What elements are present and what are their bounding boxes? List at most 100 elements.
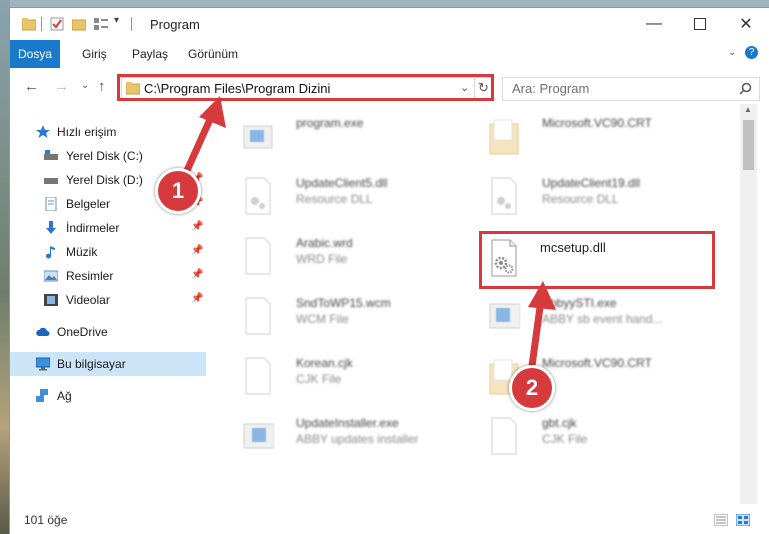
nav-item-quick-access[interactable]: Hızlı erişim: [10, 120, 206, 144]
vertical-scrollbar[interactable]: ▲: [740, 104, 757, 504]
nav-item-videos[interactable]: Videolar 📌: [10, 288, 206, 312]
file-icon: [245, 297, 271, 335]
pin-icon: 📌: [191, 293, 204, 304]
file-type: CJK File: [296, 372, 342, 386]
customize-icon[interactable]: [94, 17, 108, 31]
folder-icon[interactable]: [22, 17, 36, 31]
file-type: WCM File: [296, 312, 349, 326]
desktop-background-top: [0, 0, 769, 8]
exe-icon: [489, 303, 520, 329]
nav-item-label: Hızlı erişim: [57, 125, 117, 139]
folder-icon: [489, 119, 519, 155]
desktop-background-left: [0, 0, 10, 534]
nav-item-label: Müzik: [66, 245, 98, 259]
ribbon: Dosya Giriş Paylaş Görünüm ⌄ ?: [10, 40, 769, 69]
new-folder-icon[interactable]: [72, 17, 86, 31]
nav-item-label: Yerel Disk (D:): [66, 173, 143, 187]
list-item[interactable]: Korean.cjk CJK File: [216, 350, 456, 404]
dll-icon: [491, 177, 517, 215]
nav-item-downloads[interactable]: İndirmeler 📌: [10, 216, 206, 240]
chevron-down-icon[interactable]: ▾: [114, 15, 119, 29]
nav-item-pictures[interactable]: Resimler 📌: [10, 264, 206, 288]
navigation-pane: Hızlı erişim Yerel Disk (C:) Yerel Disk …: [10, 104, 206, 504]
title-bar: ▾ Program — ✕: [10, 8, 769, 40]
file-type: ABBY updates installer: [296, 432, 419, 446]
up-button[interactable]: ↑: [98, 78, 106, 95]
tiles-view-icon[interactable]: [736, 514, 750, 526]
nav-item-this-pc[interactable]: Bu bilgisayar: [10, 352, 206, 376]
tab-view[interactable]: Görünüm: [178, 40, 248, 68]
nav-item-label: Yerel Disk (C:): [66, 149, 143, 163]
videos-icon: [44, 294, 58, 306]
file-name: program.exe: [296, 116, 364, 130]
file-name: Microsoft.VC90.CRT: [542, 356, 652, 370]
network-icon: [36, 389, 48, 402]
pin-icon: 📌: [191, 269, 204, 280]
file-type: WRD File: [296, 252, 348, 266]
recent-locations-button[interactable]: ⌄: [81, 80, 89, 91]
back-button[interactable]: ←: [24, 78, 39, 95]
scroll-up-icon[interactable]: ▲: [744, 105, 752, 114]
minimize-button[interactable]: —: [631, 8, 677, 40]
file-name: Arabic.wrd: [296, 236, 353, 250]
file-name: AbbyySTI.exe: [542, 296, 617, 310]
file-name: Microsoft.VC90.CRT: [542, 116, 652, 130]
close-button[interactable]: ✕: [723, 8, 769, 40]
file-type: Resource DLL: [542, 192, 619, 206]
exe-icon: [243, 125, 273, 149]
list-item[interactable]: SndToWP15.wcm WCM File: [216, 290, 456, 344]
window-title: Program: [150, 17, 200, 32]
nav-item-label: Resimler: [66, 269, 114, 283]
address-row: ← → ⌄ ↑ C:\Program Files\Program Dizini …: [10, 68, 769, 104]
file-type: Resource DLL: [296, 192, 373, 206]
list-item[interactable]: gbt.cjk CJK File: [462, 410, 702, 464]
tab-share[interactable]: Paylaş: [122, 40, 178, 68]
expand-ribbon-icon[interactable]: ⌄: [728, 47, 736, 58]
pictures-icon: [44, 270, 58, 282]
forward-button[interactable]: →: [54, 78, 69, 95]
star-icon: [36, 125, 50, 138]
scrollbar-thumb[interactable]: [743, 120, 754, 170]
maximize-icon: [694, 18, 706, 30]
file-name: UpdateInstaller.exe: [296, 416, 399, 430]
computer-icon: [36, 357, 50, 371]
nav-item-label: Bu bilgisayar: [57, 357, 126, 371]
list-item[interactable]: program.exe: [216, 110, 456, 164]
list-item[interactable]: Arabic.wrd WRD File: [216, 230, 456, 284]
minimize-icon: —: [646, 15, 662, 32]
explorer-window: ▾ Program — ✕ Dosya Giriş Paylaş Görünüm…: [10, 8, 769, 534]
tab-file[interactable]: Dosya: [10, 40, 60, 68]
drive-icon: [44, 150, 58, 160]
pin-icon: 📌: [191, 221, 204, 232]
help-icon[interactable]: ?: [745, 46, 758, 59]
download-icon: [46, 221, 56, 234]
file-name: UpdateClient19.dll: [542, 176, 641, 190]
nav-item-onedrive[interactable]: OneDrive: [10, 320, 206, 344]
nav-item-drive-c[interactable]: Yerel Disk (C:): [10, 144, 206, 168]
search-icon: [739, 82, 752, 95]
file-icon: [491, 417, 517, 455]
file-name: gbt.cjk: [542, 416, 577, 430]
list-item[interactable]: AbbyySTI.exe ABBY sb event hand...: [462, 290, 702, 344]
nav-item-label: İndirmeler: [66, 221, 120, 235]
details-view-icon[interactable]: [714, 514, 728, 526]
tab-home[interactable]: Giriş: [72, 40, 117, 68]
list-item[interactable]: Microsoft.VC90.CRT: [462, 110, 702, 164]
file-icon: [245, 357, 271, 395]
list-item[interactable]: UpdateClient5.dll Resource DLL: [216, 170, 456, 224]
list-item[interactable]: UpdateInstaller.exe ABBY updates install…: [216, 410, 456, 464]
list-item[interactable]: UpdateClient19.dll Resource DLL: [462, 170, 702, 224]
nav-item-label: Belgeler: [66, 197, 111, 211]
file-type: CJK File: [542, 432, 588, 446]
maximize-button[interactable]: [677, 8, 723, 40]
nav-item-music[interactable]: Müzik 📌: [10, 240, 206, 264]
search-box[interactable]: Ara: Program: [502, 77, 760, 101]
list-item[interactable]: Microsoft.VC90.CRT: [462, 350, 702, 404]
file-icon: [245, 237, 271, 275]
dll-icon: [245, 177, 271, 215]
properties-icon[interactable]: [50, 17, 64, 31]
nav-item-network[interactable]: Ağ: [10, 384, 206, 408]
drive-icon: [44, 178, 58, 184]
exe-icon: [243, 423, 274, 449]
file-name: Korean.cjk: [296, 356, 353, 370]
